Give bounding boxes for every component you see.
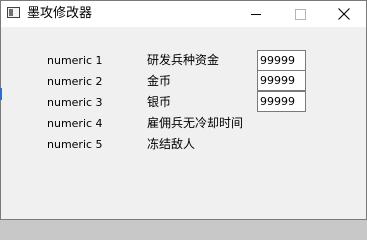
research-funds-label: 研发兵种资金 <box>147 53 220 67</box>
numeric-4-label: numeric 4 <box>47 117 103 130</box>
window-title: 墨攻修改器 <box>27 6 93 21</box>
numeric-5-label: numeric 5 <box>47 138 103 151</box>
background-window-edge <box>0 88 2 100</box>
numeric-1-label: numeric 1 <box>47 54 103 67</box>
silver-label: 银币 <box>147 95 172 109</box>
mercenary-no-cooldown-label: 雇佣兵无冷却时间 <box>147 116 244 130</box>
numeric-2-label: numeric 2 <box>47 75 103 88</box>
maximize-button[interactable] <box>278 1 322 27</box>
close-icon <box>338 8 350 20</box>
gold-label: 金币 <box>147 74 172 88</box>
silver-input[interactable] <box>257 91 306 112</box>
app-window-icon[interactable] <box>7 7 20 18</box>
research-funds-input[interactable] <box>257 50 306 71</box>
gold-input[interactable] <box>257 70 306 91</box>
close-button[interactable] <box>322 1 366 27</box>
numeric-3-label: numeric 3 <box>47 96 103 109</box>
trainer-window: 墨攻修改器 numeric 1 研发兵种资金 numeric 2 金币 nume… <box>0 0 367 220</box>
freeze-enemies-label: 冻结敌人 <box>147 137 196 151</box>
minimize-button[interactable] <box>234 1 278 27</box>
title-bar[interactable]: 墨攻修改器 <box>1 1 366 27</box>
